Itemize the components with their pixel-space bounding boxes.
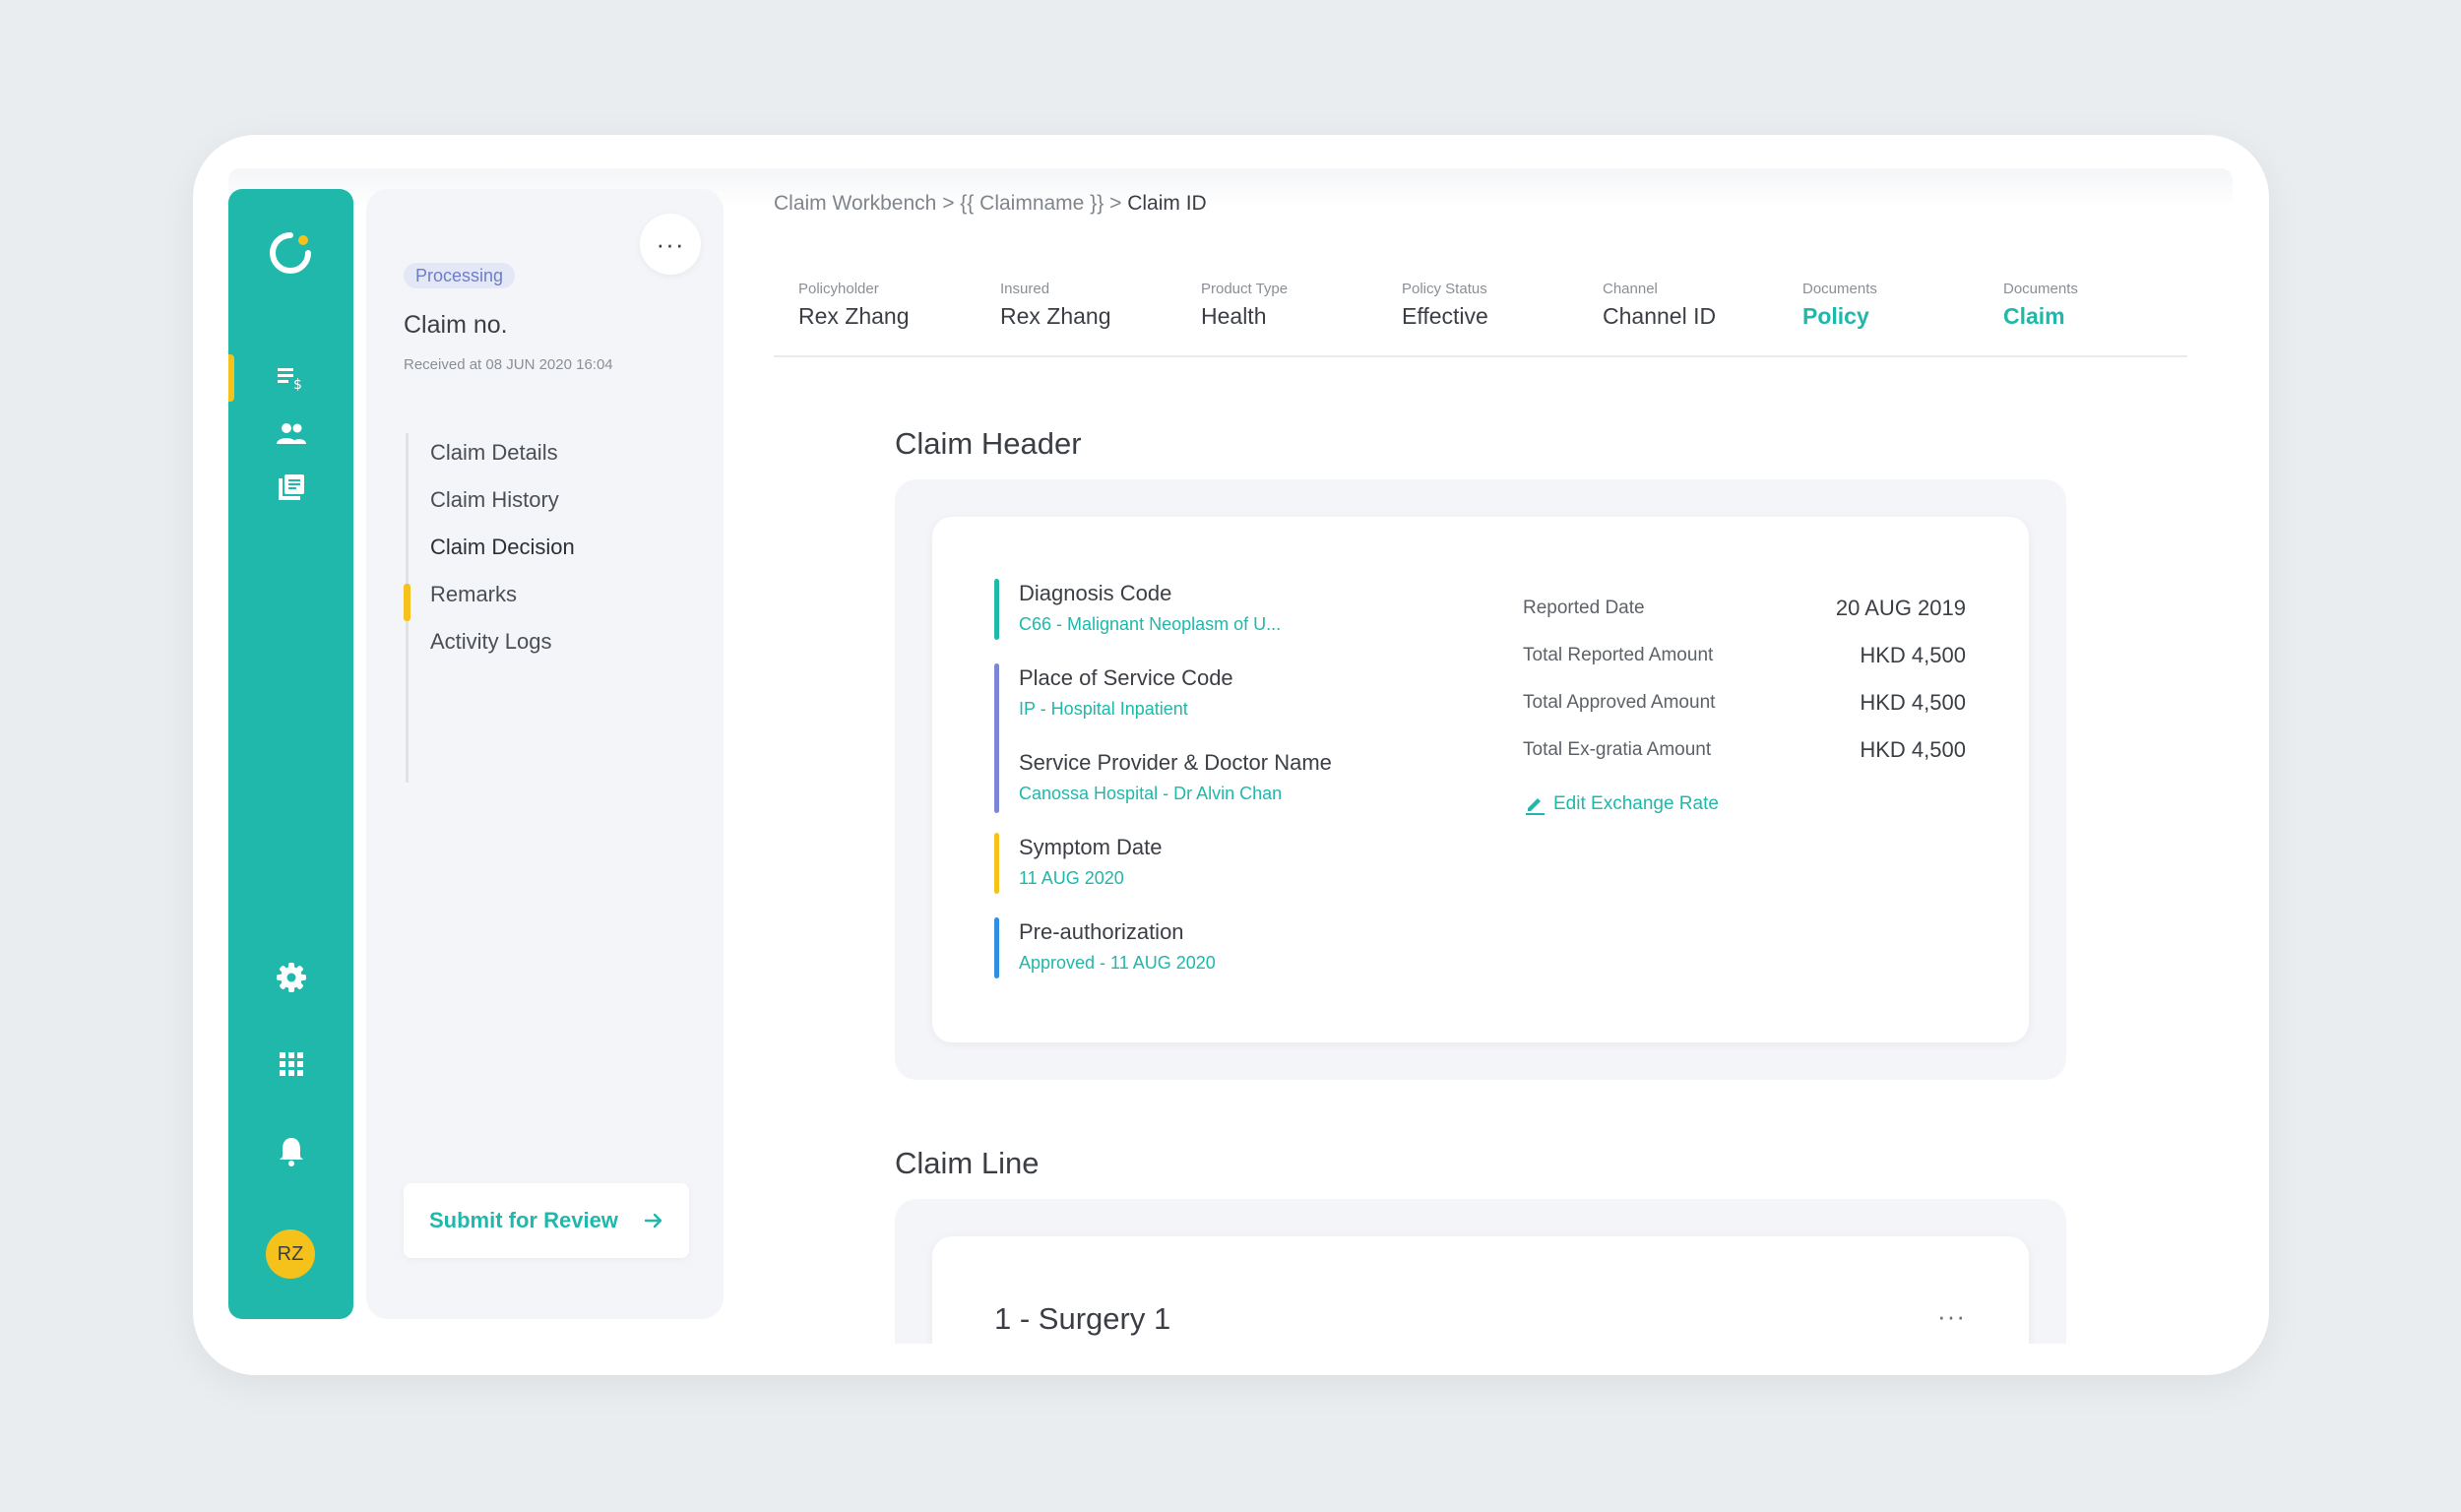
breadcrumb-separator: > bbox=[1109, 192, 1122, 215]
reported-date-label: Reported Date bbox=[1523, 598, 1645, 618]
nav-remarks[interactable]: Remarks bbox=[430, 582, 517, 607]
documents-icon[interactable] bbox=[272, 469, 311, 508]
field-value[interactable]: C66 - Malignant Neoplasm of U... bbox=[1019, 614, 1281, 635]
info-value: Rex Zhang bbox=[798, 303, 910, 329]
svg-text:$: $ bbox=[293, 377, 302, 393]
more-options-button[interactable]: ··· bbox=[640, 214, 701, 275]
field-value[interactable]: 11 AUG 2020 bbox=[1019, 868, 1124, 889]
claim-line-more-button[interactable]: ··· bbox=[1937, 1301, 1966, 1332]
claim-header-content: Diagnosis Code C66 - Malignant Neoplasm … bbox=[932, 517, 2029, 1042]
nav-activity-logs[interactable]: Activity Logs bbox=[430, 629, 552, 655]
breadcrumb-separator: > bbox=[942, 192, 955, 215]
info-label: Product Type bbox=[1201, 281, 1289, 297]
info-insured: Insured Rex Zhang bbox=[1000, 281, 1111, 330]
total-approved-amount-label: Total Approved Amount bbox=[1523, 692, 1716, 713]
info-label: Policy Status bbox=[1402, 281, 1487, 297]
field-title: Diagnosis Code bbox=[1019, 581, 1172, 605]
nav-claim-decision[interactable]: Claim Decision bbox=[430, 535, 575, 560]
breadcrumb-current: Claim ID bbox=[1127, 192, 1207, 215]
info-value: Channel ID bbox=[1603, 303, 1717, 329]
claim-header-card: Diagnosis Code C66 - Malignant Neoplasm … bbox=[895, 479, 2066, 1080]
field-value[interactable]: Canossa Hospital - Dr Alvin Chan bbox=[1019, 784, 1282, 804]
arrow-right-icon bbox=[644, 1213, 663, 1228]
info-value: Health bbox=[1201, 303, 1267, 329]
total-reported-amount-label: Total Reported Amount bbox=[1523, 645, 1714, 665]
claim-line-item-title: 1 - Surgery 1 bbox=[994, 1301, 1171, 1336]
total-approved-amount-value: HKD 4,500 bbox=[1860, 690, 1966, 715]
field-marker bbox=[994, 663, 999, 813]
info-channel: Channel Channel ID bbox=[1603, 281, 1716, 330]
info-product-type: Product Type Health bbox=[1201, 281, 1288, 330]
claim-panel: ··· Processing Claim no. Received at 08 … bbox=[366, 189, 724, 1319]
field-value[interactable]: Approved - 11 AUG 2020 bbox=[1019, 953, 1216, 974]
app-screen: $ RZ ··· Processing Claim no. Received a… bbox=[228, 168, 2233, 1344]
status-badge: Processing bbox=[404, 263, 516, 288]
info-label: Documents bbox=[1802, 281, 1877, 297]
submit-for-review-button[interactable]: Submit for Review bbox=[404, 1183, 689, 1258]
nav-active-indicator bbox=[404, 584, 410, 621]
info-label: Documents bbox=[2003, 281, 2078, 297]
field-title: Service Provider & Doctor Name bbox=[1019, 750, 1332, 775]
reported-date-value: 20 AUG 2019 bbox=[1835, 596, 1966, 620]
submit-label: Submit for Review bbox=[429, 1208, 618, 1232]
avatar-initials: RZ bbox=[277, 1242, 304, 1265]
field-value[interactable]: IP - Hospital Inpatient bbox=[1019, 699, 1188, 720]
claim-line-item: 1 - Surgery 1 ··· bbox=[932, 1236, 2029, 1344]
info-policy-status: Policy Status Effective bbox=[1402, 281, 1488, 330]
breadcrumb: Claim Workbench > {{ Claimname }} > Clai… bbox=[774, 192, 1207, 216]
breadcrumb-claimname[interactable]: {{ Claimname }} bbox=[960, 192, 1104, 215]
user-avatar[interactable]: RZ bbox=[266, 1229, 315, 1279]
edit-exchange-rate-label: Edit Exchange Rate bbox=[1553, 793, 1719, 814]
people-icon[interactable] bbox=[272, 414, 311, 454]
total-reported-amount-value: HKD 4,500 bbox=[1860, 643, 1966, 667]
info-value: Effective bbox=[1402, 303, 1488, 329]
field-marker bbox=[994, 579, 999, 640]
info-documents-claim: Documents Claim bbox=[2003, 281, 2078, 330]
info-documents-policy: Documents Policy bbox=[1802, 281, 1877, 330]
bell-icon[interactable] bbox=[272, 1132, 311, 1171]
claim-line-card: 1 - Surgery 1 ··· bbox=[895, 1199, 2066, 1344]
info-value: Rex Zhang bbox=[1000, 303, 1111, 329]
more-dots-icon: ··· bbox=[656, 228, 685, 259]
field-title: Place of Service Code bbox=[1019, 665, 1233, 690]
info-policyholder: Policyholder Rex Zhang bbox=[798, 281, 910, 330]
claim-header-title: Claim Header bbox=[895, 426, 1082, 461]
total-ex-gratia-amount-value: HKD 4,500 bbox=[1860, 737, 1966, 762]
nav-claim-details[interactable]: Claim Details bbox=[430, 440, 558, 466]
received-timestamp: Received at 08 JUN 2020 16:04 bbox=[404, 356, 613, 373]
field-title: Symptom Date bbox=[1019, 835, 1163, 859]
apps-icon[interactable] bbox=[272, 1044, 311, 1084]
logo-icon[interactable] bbox=[266, 228, 315, 278]
policy-document-link[interactable]: Policy bbox=[1802, 303, 1877, 330]
info-label: Channel bbox=[1603, 281, 1658, 297]
claim-line-title: Claim Line bbox=[895, 1146, 1040, 1180]
field-marker bbox=[994, 833, 999, 894]
field-title: Pre-authorization bbox=[1019, 919, 1184, 944]
info-label: Policyholder bbox=[798, 281, 879, 297]
info-label: Insured bbox=[1000, 281, 1050, 297]
claims-icon[interactable]: $ bbox=[272, 357, 311, 397]
settings-icon[interactable] bbox=[272, 958, 311, 997]
claim-number-title: Claim no. bbox=[404, 311, 508, 339]
info-divider bbox=[774, 355, 2187, 357]
total-ex-gratia-amount-label: Total Ex-gratia Amount bbox=[1523, 739, 1712, 760]
edit-exchange-rate-link[interactable]: Edit Exchange Rate bbox=[1523, 792, 1719, 816]
field-marker bbox=[994, 917, 999, 978]
nav-claim-history[interactable]: Claim History bbox=[430, 487, 559, 513]
rail-active-indicator bbox=[228, 354, 234, 402]
pencil-icon bbox=[1526, 798, 1545, 815]
icon-rail: $ RZ bbox=[228, 189, 353, 1319]
claim-document-link[interactable]: Claim bbox=[2003, 303, 2078, 330]
breadcrumb-workbench[interactable]: Claim Workbench bbox=[774, 192, 936, 215]
